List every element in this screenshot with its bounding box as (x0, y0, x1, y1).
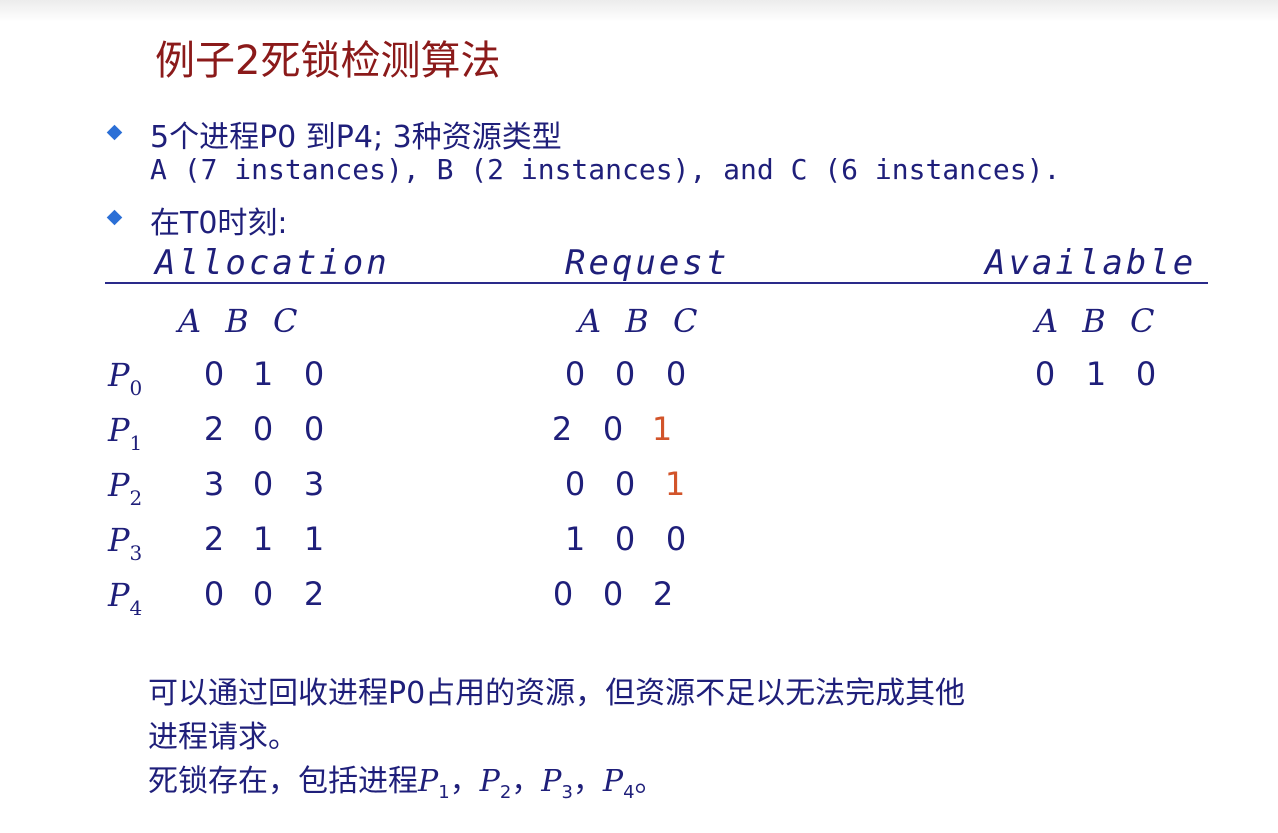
request-cell: 1 (564, 520, 586, 558)
alloc-cell: 2 (203, 520, 225, 558)
request-cell: 0 (602, 575, 624, 613)
alloc-cell: 0 (252, 410, 274, 448)
bullet-diamond-icon (106, 124, 123, 141)
alloc-cell: 1 (303, 520, 325, 558)
alloc-cell: 0 (303, 355, 325, 393)
header-available: Available (985, 243, 1197, 283)
alloc-cell: 0 (203, 575, 225, 613)
request-cell: 0 (614, 355, 636, 393)
request-cell: 0 (564, 465, 586, 503)
alloc-cell: 2 (303, 575, 325, 613)
bullet-line-1: 5个进程P0 到P4; 3种资源类型 (150, 112, 562, 156)
process-index: 4 (129, 596, 143, 620)
request-cell-highlighted: 1 (651, 410, 673, 448)
bullet-diamond-icon (106, 209, 123, 226)
alloc-cell: 0 (252, 465, 274, 503)
process-index: 3 (129, 541, 143, 565)
process-index: 2 (129, 486, 143, 510)
note-line-3: 死锁存在，包括进程P1，P2，P3，P4。 (148, 756, 665, 803)
alloc-cell: 0 (303, 410, 325, 448)
top-shade (0, 0, 1278, 22)
process-index: 0 (129, 376, 143, 400)
process-letter: P (108, 576, 130, 614)
process-letter: P (541, 764, 562, 799)
slide-title: 例子2死锁检测算法 (155, 38, 501, 84)
note-line-2: 进程请求。 (148, 720, 298, 755)
request-abc: A B C (578, 302, 698, 340)
process-letter: P (479, 764, 500, 799)
available-cell: 1 (1085, 355, 1107, 393)
process-label-0: P0 (108, 356, 142, 400)
bullet-text-3: 在T0时刻: (150, 206, 288, 241)
request-cell-highlighted: 1 (664, 465, 686, 503)
note-prefix: 死锁存在，包括进程 (148, 764, 418, 799)
request-cell: 0 (552, 575, 574, 613)
separator: ， (572, 764, 603, 799)
header-allocation: Allocation (155, 243, 390, 283)
bullet-text-1: 5个进程P0 到P4; 3种资源类型 (150, 120, 562, 155)
bullet-line-2: A (7 instances), B (2 instances), and C … (150, 153, 1060, 186)
bullet-text-2: A (7 instances), B (2 instances), and C … (150, 153, 1061, 186)
process-letter: P (418, 764, 439, 799)
alloc-cell: 3 (303, 465, 325, 503)
header-request: Request (565, 243, 730, 283)
process-index: 3 (561, 782, 573, 803)
alloc-cell: 1 (252, 355, 274, 393)
process-letter: P (108, 466, 130, 504)
request-cell: 0 (564, 355, 586, 393)
available-abc: A B C (1035, 302, 1155, 340)
alloc-cell: 0 (252, 575, 274, 613)
request-cell: 2 (652, 575, 674, 613)
process-index: 4 (623, 782, 635, 803)
process-label-1: P1 (108, 411, 142, 455)
note-end: 。 (634, 764, 665, 799)
process-label-2: P2 (108, 466, 142, 510)
available-cell: 0 (1034, 355, 1056, 393)
process-index: 2 (499, 782, 512, 803)
process-letter: P (602, 764, 624, 799)
process-label-3: P3 (108, 521, 142, 565)
alloc-cell: 1 (252, 520, 274, 558)
note-line-1: 可以通过回收进程P0占用的资源，但资源不足以无法完成其他 (148, 676, 966, 711)
alloc-cell: 0 (203, 355, 225, 393)
available-cell: 0 (1135, 355, 1157, 393)
separator: ， (449, 764, 480, 799)
process-letter: P (108, 356, 130, 394)
request-cell: 0 (614, 465, 636, 503)
process-index: 1 (438, 782, 450, 803)
process-letter: P (108, 521, 130, 559)
alloc-cell: 2 (203, 410, 225, 448)
process-letter: P (108, 411, 130, 449)
bullet-line-3: 在T0时刻: (150, 198, 288, 242)
request-cell: 0 (602, 410, 624, 448)
header-rule (105, 282, 1208, 284)
request-cell: 0 (665, 520, 687, 558)
alloc-cell: 3 (203, 465, 225, 503)
request-cell: 2 (551, 410, 573, 448)
process-label-4: P4 (108, 576, 142, 620)
allocation-abc: A B C (178, 302, 298, 340)
request-cell: 0 (614, 520, 636, 558)
separator: ， (511, 764, 542, 799)
process-index: 1 (129, 431, 143, 455)
request-cell: 0 (665, 355, 687, 393)
